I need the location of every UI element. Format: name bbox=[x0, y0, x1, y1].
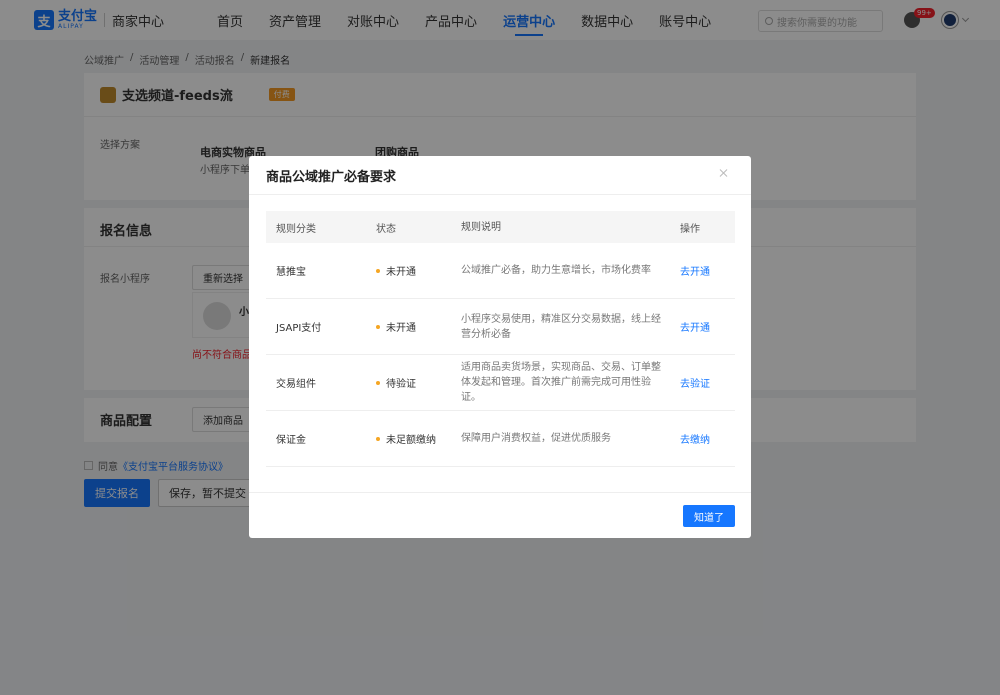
table-header: 规则分类 状态 规则说明 操作 bbox=[266, 211, 735, 243]
activate-link[interactable]: 去开通 bbox=[670, 263, 735, 278]
row-status: 待验证 bbox=[366, 375, 451, 390]
got-it-button[interactable]: 知道了 bbox=[683, 505, 735, 527]
row-status: 未足额缴纳 bbox=[366, 431, 451, 446]
row-category: 保证金 bbox=[276, 435, 306, 446]
col-header-action: 操作 bbox=[680, 223, 700, 235]
requirements-modal: 商品公域推广必备要求 规则分类 状态 规则说明 操作 慧推宝 未开通 公域推广必… bbox=[249, 156, 751, 538]
row-status: 未开通 bbox=[366, 263, 451, 278]
status-dot-icon bbox=[376, 268, 380, 273]
table-row: JSAPI支付 未开通 小程序交易使用，精准区分交易数据，线上经营分析必备 去开… bbox=[266, 299, 735, 355]
row-category: 慧推宝 bbox=[276, 267, 306, 278]
activate-link[interactable]: 去开通 bbox=[670, 319, 735, 334]
row-category: 交易组件 bbox=[276, 379, 316, 390]
verify-link[interactable]: 去验证 bbox=[670, 375, 735, 390]
status-dot-icon bbox=[376, 380, 380, 385]
modal-header: 商品公域推广必备要求 bbox=[249, 156, 751, 195]
row-desc: 适用商品卖货场景，实现商品、交易、订单整体发起和管理。首次推广前需完成可用性验证… bbox=[461, 362, 661, 403]
col-header-status: 状态 bbox=[376, 223, 396, 235]
row-status-text: 未足额缴纳 bbox=[386, 435, 436, 446]
rules-table: 规则分类 状态 规则说明 操作 慧推宝 未开通 公域推广必备，助力生意增长，市场… bbox=[266, 211, 735, 467]
row-status-text: 未开通 bbox=[386, 267, 416, 278]
row-category: JSAPI支付 bbox=[276, 323, 322, 334]
row-desc: 公域推广必备，助力生意增长，市场化费率 bbox=[461, 265, 651, 276]
row-desc: 保障用户消费权益，促进优质服务 bbox=[461, 433, 611, 444]
table-row: 交易组件 待验证 适用商品卖货场景，实现商品、交易、订单整体发起和管理。首次推广… bbox=[266, 355, 735, 411]
col-header-desc: 规则说明 bbox=[461, 221, 501, 233]
col-header-category: 规则分类 bbox=[276, 223, 316, 235]
row-desc: 小程序交易使用，精准区分交易数据，线上经营分析必备 bbox=[461, 313, 661, 340]
row-status: 未开通 bbox=[366, 319, 451, 334]
table-row: 保证金 未足额缴纳 保障用户消费权益，促进优质服务 去缴纳 bbox=[266, 411, 735, 467]
table-row: 慧推宝 未开通 公域推广必备，助力生意增长，市场化费率 去开通 bbox=[266, 243, 735, 299]
modal-footer-divider bbox=[249, 492, 751, 493]
modal-title: 商品公域推广必备要求 bbox=[266, 169, 397, 185]
row-status-text: 待验证 bbox=[386, 379, 416, 390]
row-status-text: 未开通 bbox=[386, 323, 416, 334]
pay-deposit-link[interactable]: 去缴纳 bbox=[670, 431, 735, 446]
status-dot-icon bbox=[376, 324, 380, 329]
status-dot-icon bbox=[376, 436, 380, 441]
close-icon[interactable] bbox=[719, 168, 729, 178]
